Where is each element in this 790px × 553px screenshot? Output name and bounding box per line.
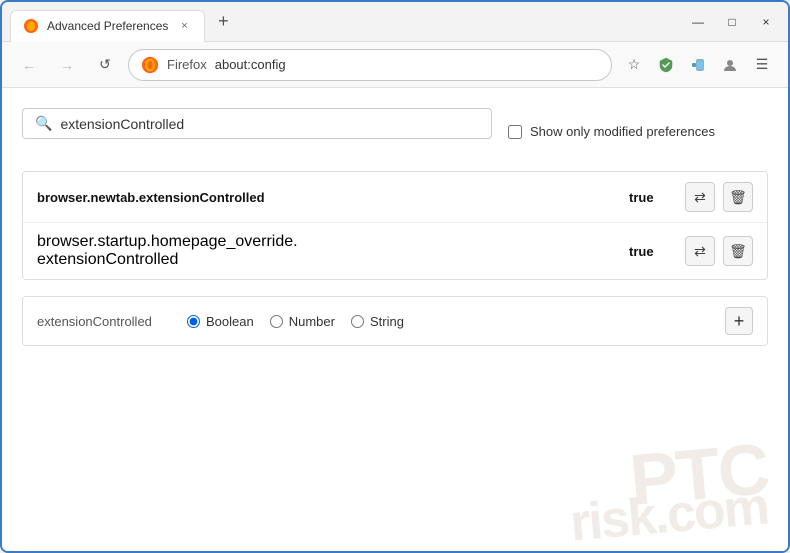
add-pref-name: extensionControlled: [37, 314, 167, 329]
back-button[interactable]: ←: [14, 50, 44, 80]
show-modified-checkbox[interactable]: [508, 125, 522, 139]
pref-row-2: browser.startup.homepage_override. exten…: [23, 223, 767, 279]
number-radio[interactable]: [270, 315, 283, 328]
address-bar[interactable]: Firefox about:config: [128, 49, 612, 81]
search-input[interactable]: [60, 116, 479, 132]
navbar: ← → ↺ Firefox about:config ☆: [2, 42, 788, 88]
search-row: 🔍 Show only modified preferences: [22, 108, 768, 155]
reload-button[interactable]: ↺: [90, 50, 120, 80]
firefox-logo-icon: [141, 56, 159, 74]
pref-delete-button-1[interactable]: 🗑: [723, 182, 753, 212]
pref-name-multi-2: browser.startup.homepage_override. exten…: [37, 233, 629, 269]
maximize-button[interactable]: □: [718, 8, 746, 36]
watermark-line2: risk.com: [568, 480, 770, 549]
string-radio[interactable]: [351, 315, 364, 328]
forward-button[interactable]: →: [52, 50, 82, 80]
navbar-icons: ☆ ☰: [620, 51, 776, 79]
watermark-line1: PTC: [627, 433, 771, 517]
pref-type-radio-group: Boolean Number String: [187, 314, 404, 329]
close-button[interactable]: ×: [752, 8, 780, 36]
pref-name-1: browser.newtab.extensionControlled: [37, 190, 629, 205]
boolean-label: Boolean: [206, 314, 254, 329]
shield-icon[interactable]: [652, 51, 680, 79]
number-label: Number: [289, 314, 335, 329]
pref-toggle-button-2[interactable]: ⇄: [685, 236, 715, 266]
site-name: Firefox: [167, 57, 207, 72]
pref-delete-button-2[interactable]: 🗑: [723, 236, 753, 266]
pref-toggle-button-1[interactable]: ⇄: [685, 182, 715, 212]
show-modified-checkbox-label[interactable]: Show only modified preferences: [508, 124, 715, 139]
window-controls: — □ ×: [684, 8, 780, 36]
tab-title: Advanced Preferences: [47, 19, 168, 33]
search-icon: 🔍: [35, 115, 52, 132]
search-bar-container[interactable]: 🔍: [22, 108, 492, 139]
url-display: about:config: [215, 57, 599, 72]
tab-favicon-icon: [23, 18, 39, 34]
pref-name-2-line2: extensionControlled: [37, 251, 629, 269]
show-modified-label: Show only modified preferences: [530, 124, 715, 139]
boolean-radio-option[interactable]: Boolean: [187, 314, 254, 329]
tab-close-button[interactable]: ×: [176, 18, 192, 34]
pref-actions-2: ⇄ 🗑: [685, 236, 753, 266]
add-pref-button[interactable]: +: [725, 307, 753, 335]
new-tab-button[interactable]: +: [209, 8, 237, 36]
titlebar: Advanced Preferences × + — □ ×: [2, 2, 788, 42]
pref-name-2-line1: browser.startup.homepage_override.: [37, 233, 629, 251]
add-pref-row: extensionControlled Boolean Number Strin…: [22, 296, 768, 346]
preferences-table: browser.newtab.extensionControlled true …: [22, 171, 768, 280]
browser-window: Advanced Preferences × + — □ × ← → ↺ Fir…: [0, 0, 790, 553]
pref-actions-1: ⇄ 🗑: [685, 182, 753, 212]
extension-icon[interactable]: [684, 51, 712, 79]
pref-value-2: true: [629, 244, 669, 259]
number-radio-option[interactable]: Number: [270, 314, 335, 329]
bookmark-icon[interactable]: ☆: [620, 51, 648, 79]
string-label: String: [370, 314, 404, 329]
string-radio-option[interactable]: String: [351, 314, 404, 329]
profile-icon[interactable]: [716, 51, 744, 79]
active-tab[interactable]: Advanced Preferences ×: [10, 10, 205, 42]
page-content: PTC risk.com 🔍 Show only modified prefer…: [2, 88, 788, 551]
pref-value-1: true: [629, 190, 669, 205]
pref-row-1: browser.newtab.extensionControlled true …: [23, 172, 767, 223]
menu-icon[interactable]: ☰: [748, 51, 776, 79]
boolean-radio[interactable]: [187, 315, 200, 328]
minimize-button[interactable]: —: [684, 8, 712, 36]
